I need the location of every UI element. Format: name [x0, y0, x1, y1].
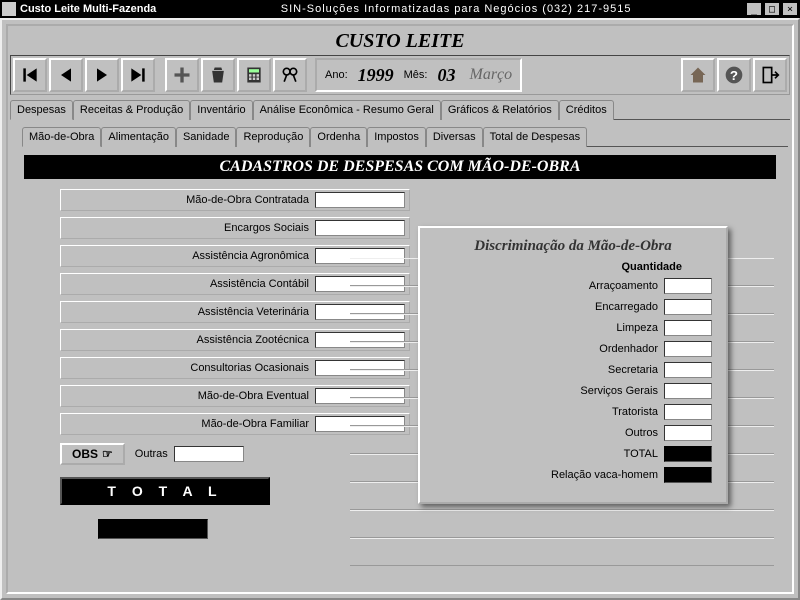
- last-button[interactable]: [121, 58, 155, 92]
- panel-input-4[interactable]: [664, 362, 712, 378]
- panel-input-3[interactable]: [664, 341, 712, 357]
- outras-input[interactable]: [174, 446, 244, 462]
- panel-row-label: Encarregado: [434, 301, 658, 313]
- panel-input-2[interactable]: [664, 320, 712, 336]
- titlebar: Custo Leite Multi-Fazenda SIN-Soluções I…: [0, 0, 800, 18]
- panel-title: Discriminação da Mão-de-Obra: [434, 238, 712, 255]
- panel-row-label: Serviços Gerais: [434, 385, 658, 397]
- panel-total-value: [664, 446, 712, 462]
- exit-button[interactable]: [753, 58, 787, 92]
- field-label: Mão-de-Obra Contratada: [65, 194, 315, 206]
- close-button[interactable]: ×: [782, 2, 798, 16]
- svg-text:?: ?: [730, 68, 738, 83]
- total-value: [98, 519, 208, 539]
- delete-button[interactable]: [201, 58, 235, 92]
- tab-0[interactable]: Despesas: [10, 100, 73, 120]
- field-row-0: Mão-de-Obra Contratada: [60, 189, 410, 211]
- panel-row-2: Limpeza: [434, 320, 712, 336]
- subtab-0[interactable]: Mão-de-Obra: [22, 127, 101, 147]
- panel-ratio-label: Relação vaca-homem: [434, 469, 658, 481]
- panel-row-label: Limpeza: [434, 322, 658, 334]
- field-label: Assistência Veterinária: [65, 306, 315, 318]
- total-button[interactable]: T O T A L: [60, 477, 270, 505]
- minimize-button[interactable]: _: [746, 2, 762, 16]
- panel-row-5: Serviços Gerais: [434, 383, 712, 399]
- page-title: CUSTO LEITE: [10, 28, 790, 55]
- tab-4[interactable]: Gráficos & Relatórios: [441, 100, 559, 120]
- panel-input-1[interactable]: [664, 299, 712, 315]
- panel-row-label: Ordenhador: [434, 343, 658, 355]
- field-input-1[interactable]: [315, 220, 405, 236]
- brand-text: SIN-Soluções Informatizadas para Negócio…: [166, 3, 746, 15]
- field-label: Assistência Contábil: [65, 278, 315, 290]
- subtab-1[interactable]: Alimentação: [101, 127, 176, 147]
- subtab-5[interactable]: Impostos: [367, 127, 426, 147]
- tab-1[interactable]: Receitas & Produção: [73, 100, 190, 120]
- year-label: Ano:: [325, 69, 348, 81]
- next-button[interactable]: [85, 58, 119, 92]
- subtab-3[interactable]: Reprodução: [236, 127, 310, 147]
- add-button[interactable]: [165, 58, 199, 92]
- section-header: CADASTROS DE DESPESAS COM MÃO-DE-OBRA: [24, 155, 776, 179]
- tab-5[interactable]: Créditos: [559, 100, 614, 120]
- field-label: Encargos Sociais: [65, 222, 315, 234]
- panel-row-3: Ordenhador: [434, 341, 712, 357]
- panel-total-label: TOTAL: [434, 448, 658, 460]
- hand-icon: ☞: [102, 447, 113, 461]
- panel-input-5[interactable]: [664, 383, 712, 399]
- panel-row-7: Outros: [434, 425, 712, 441]
- help-button[interactable]: ?: [717, 58, 751, 92]
- subtab-4[interactable]: Ordenha: [310, 127, 367, 147]
- search-button[interactable]: [273, 58, 307, 92]
- month-label: Mês:: [404, 69, 428, 81]
- panel-row-6: Tratorista: [434, 404, 712, 420]
- tab-3[interactable]: Análise Econômica - Resumo Geral: [253, 100, 441, 120]
- app-title: Custo Leite Multi-Fazenda: [20, 3, 156, 15]
- panel-row-label: Outros: [434, 427, 658, 439]
- date-area: Ano: 1999 Mês: 03 Março: [315, 58, 522, 92]
- tab-2[interactable]: Inventário: [190, 100, 252, 120]
- field-label: Consultorias Ocasionais: [65, 362, 315, 374]
- subtab-7[interactable]: Total de Despesas: [483, 127, 588, 147]
- panel-row-4: Secretaria: [434, 362, 712, 378]
- first-button[interactable]: [13, 58, 47, 92]
- panel-ratio-value: [664, 467, 712, 483]
- toolbar: Ano: 1999 Mês: 03 Março ?: [10, 55, 790, 95]
- field-label: Assistência Zootécnica: [65, 334, 315, 346]
- home-button[interactable]: [681, 58, 715, 92]
- year-value: 1999: [358, 65, 394, 86]
- panel-input-7[interactable]: [664, 425, 712, 441]
- calculator-button[interactable]: [237, 58, 271, 92]
- field-label: Mão-de-Obra Eventual: [65, 390, 315, 402]
- outras-label: Outras: [135, 448, 168, 460]
- subtabs: Mão-de-ObraAlimentaçãoSanidadeReprodução…: [22, 126, 788, 147]
- panel-sub: Quantidade: [434, 261, 712, 273]
- field-label: Mão-de-Obra Familiar: [65, 418, 315, 430]
- field-row-1: Encargos Sociais: [60, 217, 410, 239]
- panel-row-1: Encarregado: [434, 299, 712, 315]
- panel-discriminacao: Discriminação da Mão-de-Obra Quantidade …: [418, 226, 728, 504]
- subtab-2[interactable]: Sanidade: [176, 127, 237, 147]
- field-label: Assistência Agronômica: [65, 250, 315, 262]
- panel-row-label: Arraçoamento: [434, 280, 658, 292]
- field-input-0[interactable]: [315, 192, 405, 208]
- panel-input-0[interactable]: [664, 278, 712, 294]
- maximize-button[interactable]: □: [764, 2, 780, 16]
- app-icon: [2, 2, 16, 16]
- subtab-6[interactable]: Diversas: [426, 127, 483, 147]
- prev-button[interactable]: [49, 58, 83, 92]
- month-name: Março: [469, 66, 512, 84]
- panel-input-6[interactable]: [664, 404, 712, 420]
- panel-row-label: Tratorista: [434, 406, 658, 418]
- month-num: 03: [437, 65, 455, 86]
- obs-button[interactable]: OBS☞: [60, 443, 125, 465]
- tabs: DespesasReceitas & ProduçãoInventárioAná…: [10, 99, 790, 120]
- panel-row-0: Arraçoamento: [434, 278, 712, 294]
- panel-row-label: Secretaria: [434, 364, 658, 376]
